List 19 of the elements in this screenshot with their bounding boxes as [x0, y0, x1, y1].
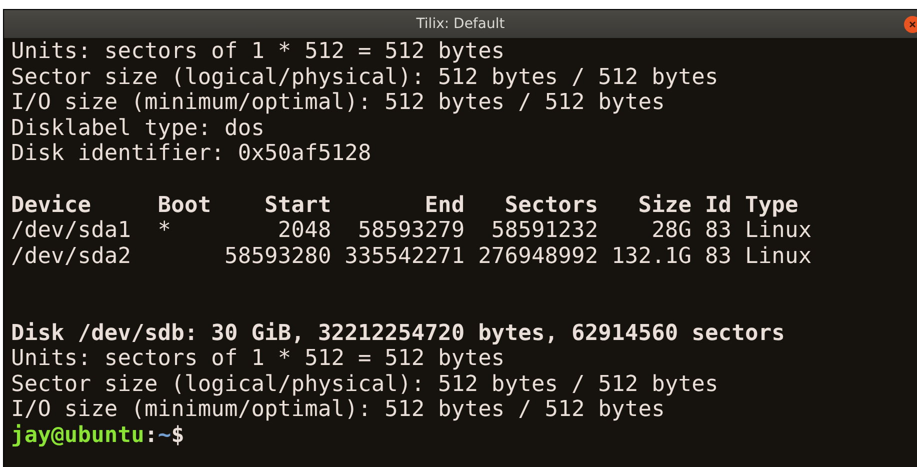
- terminal-line: Sector size (logical/physical): 512 bytes / 512 bytes: [11, 372, 718, 398]
- prompt-symbol: $: [171, 422, 185, 448]
- terminal-line: Units: sectors of 1 * 512 = 512 bytes: [11, 346, 505, 372]
- terminal-line: /dev/sda1 * 2048 58593279 58591232 28G 83 Linux: [11, 218, 812, 244]
- terminal-line: Sector size (logical/physical): 512 bytes / 512 bytes: [11, 64, 718, 90]
- window-title: Tilix: Default: [416, 14, 505, 34]
- terminal-line: Device Boot Start End Sectors Size Id Type: [11, 192, 798, 218]
- close-icon: [909, 21, 916, 28]
- prompt-path: ~: [158, 422, 172, 448]
- terminal-line: Disk identifier: 0x50af5128: [11, 141, 372, 167]
- terminal-line: Units: sectors of 1 * 512 = 512 bytes: [11, 39, 505, 65]
- prompt-separator: :: [144, 422, 158, 448]
- terminal-line: Disk /dev/sdb: 30 GiB, 32212254720 bytes, 62914560 sectors: [11, 320, 786, 346]
- prompt-user-host: jay@ubuntu: [11, 422, 144, 448]
- terminal-line: I/O size (minimum/optimal): 512 bytes / 512 bytes: [11, 397, 665, 423]
- close-button[interactable]: [904, 16, 917, 33]
- terminal-line: Disklabel type: dos: [11, 116, 265, 142]
- terminal-line: I/O size (minimum/optimal): 512 bytes / 512 bytes: [11, 90, 665, 116]
- terminal-line: /dev/sda2 58593280 335542271 276948992 132.1G 83 Linux: [11, 244, 812, 270]
